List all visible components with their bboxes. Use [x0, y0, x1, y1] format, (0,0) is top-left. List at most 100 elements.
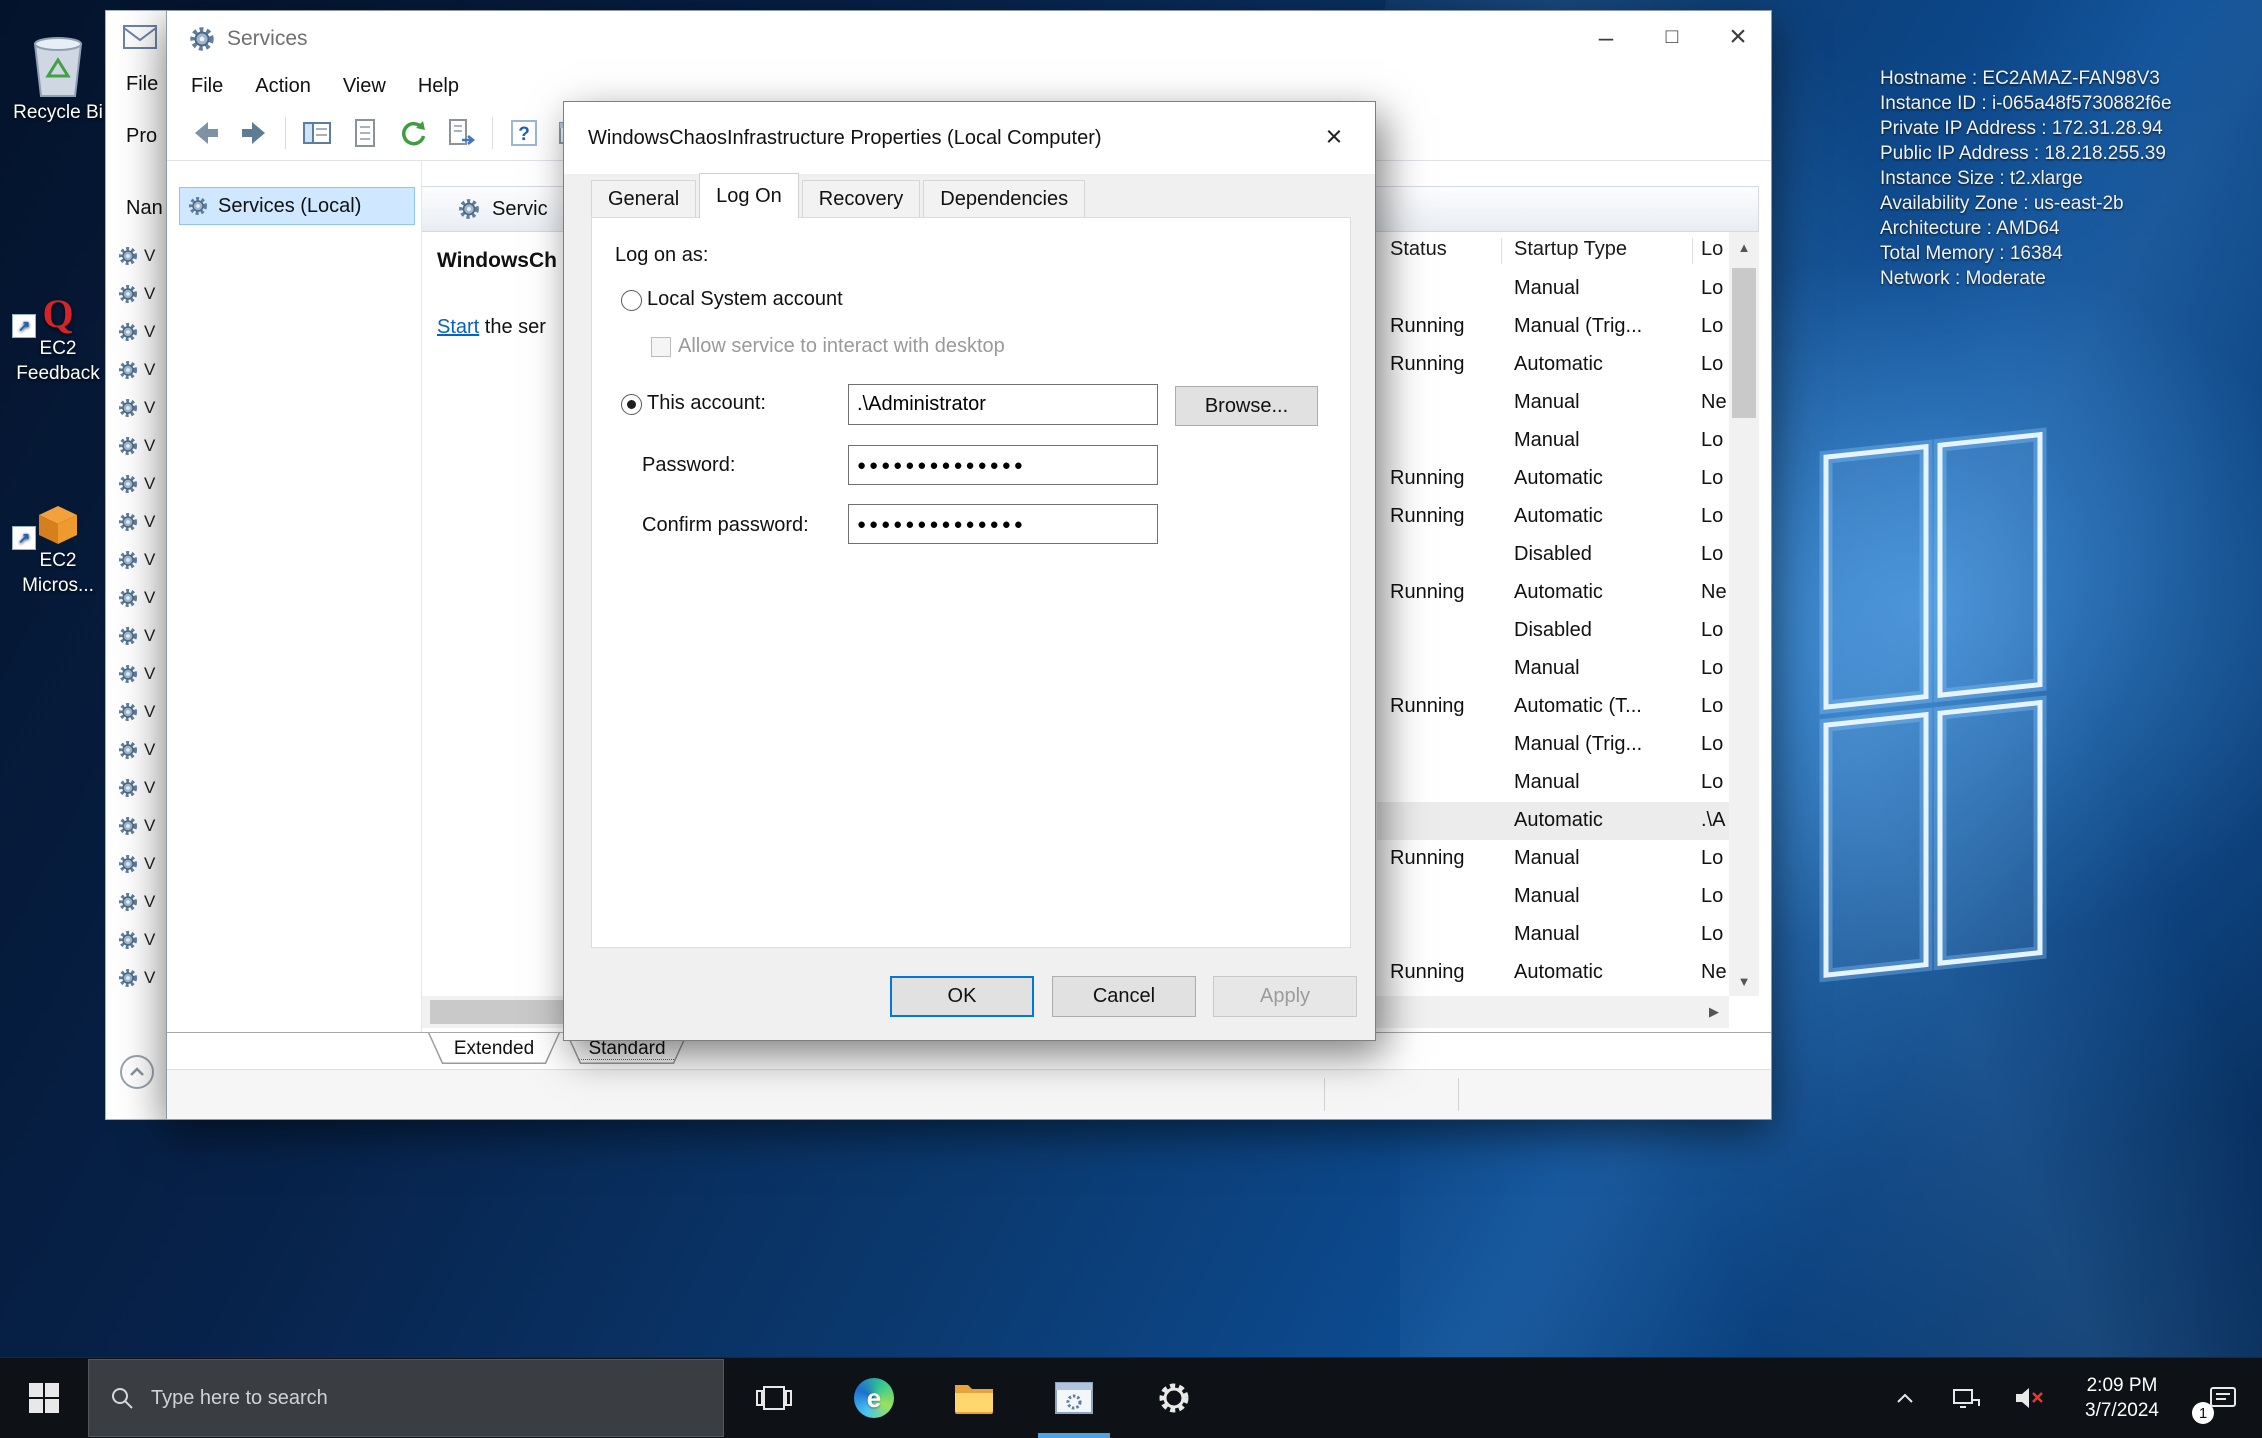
column-header-status[interactable]: Status	[1390, 238, 1447, 261]
scroll-down-icon[interactable]: ▼	[1729, 966, 1759, 996]
background-service-item[interactable]: V	[118, 845, 156, 883]
export-list-icon[interactable]	[444, 116, 478, 150]
service-row[interactable]: RunningAutomaticLo	[1377, 498, 1729, 536]
background-service-item[interactable]: V	[118, 275, 156, 313]
desktop-icon-ec2-feedback[interactable]: Q ↗ EC2Feedback	[6, 258, 110, 386]
local-system-radio[interactable]	[621, 290, 642, 311]
menu-view[interactable]: View	[327, 71, 402, 102]
service-row[interactable]: RunningManual (Trig...Lo	[1377, 308, 1729, 346]
scrollbar-thumb[interactable]	[1732, 268, 1756, 418]
service-row[interactable]: DisabledLo	[1377, 612, 1729, 650]
service-row[interactable]: ManualLo	[1377, 764, 1729, 802]
dialog-close-icon[interactable]: ×	[1305, 114, 1363, 160]
local-system-label[interactable]: Local System account	[647, 288, 843, 311]
background-service-item[interactable]: V	[118, 503, 156, 541]
properties-icon[interactable]	[348, 116, 382, 150]
collapse-circle-icon[interactable]	[120, 1055, 154, 1089]
background-service-item[interactable]: V	[118, 237, 156, 275]
edge-button[interactable]: e	[824, 1358, 924, 1438]
service-row[interactable]: DisabledLo	[1377, 536, 1729, 574]
background-service-item[interactable]: V	[118, 959, 156, 997]
dialog-tab-recovery[interactable]: Recovery	[802, 180, 920, 217]
minimize-button[interactable]: –	[1573, 11, 1639, 63]
scroll-right-icon[interactable]: ▶	[1699, 996, 1729, 1028]
background-service-item[interactable]: V	[118, 693, 156, 731]
menu-help[interactable]: Help	[402, 71, 475, 102]
refresh-icon[interactable]	[396, 116, 430, 150]
service-row[interactable]: RunningAutomaticNe	[1377, 954, 1729, 992]
column-header-log-on-as[interactable]: Lo	[1701, 238, 1723, 261]
task-view-button[interactable]	[724, 1358, 824, 1438]
forward-icon[interactable]	[237, 116, 271, 150]
background-service-item[interactable]: V	[118, 579, 156, 617]
column-header-startup-type[interactable]: Startup Type	[1514, 238, 1627, 261]
desktop-icon-ec2-microsoft[interactable]: ↗ EC2Micros...	[6, 470, 110, 598]
services-taskbar-button[interactable]	[1024, 1358, 1124, 1438]
taskbar-search[interactable]: Type here to search	[88, 1359, 724, 1437]
background-service-item[interactable]: V	[118, 351, 156, 389]
action-center-button[interactable]: 1	[2184, 1358, 2262, 1438]
vertical-scrollbar[interactable]: ▲ ▼	[1729, 232, 1759, 996]
service-row[interactable]: ManualLo	[1377, 878, 1729, 916]
background-service-item[interactable]: V	[118, 541, 156, 579]
background-service-item[interactable]: V	[118, 921, 156, 959]
background-service-item[interactable]: V	[118, 655, 156, 693]
volume-muted-icon[interactable]	[1998, 1358, 2060, 1438]
service-row[interactable]: RunningAutomaticLo	[1377, 346, 1729, 384]
show-tree-icon[interactable]	[300, 116, 334, 150]
background-service-item[interactable]: V	[118, 465, 156, 503]
service-row[interactable]: RunningAutomatic (T...Lo	[1377, 688, 1729, 726]
background-service-item[interactable]: V	[118, 313, 156, 351]
maximize-button[interactable]: □	[1639, 11, 1705, 63]
help-icon[interactable]: ?	[507, 116, 541, 150]
service-row[interactable]: RunningAutomaticLo	[1377, 460, 1729, 498]
service-row[interactable]: RunningManualLo	[1377, 840, 1729, 878]
background-toolbar-label[interactable]: Pro	[126, 125, 157, 148]
apply-button[interactable]: Apply	[1213, 976, 1357, 1017]
this-account-radio[interactable]	[621, 394, 642, 415]
confirm-password-input[interactable]	[848, 504, 1158, 544]
dialog-tab-log-on[interactable]: Log On	[699, 173, 799, 218]
start-service-link[interactable]: Start	[437, 316, 479, 338]
taskbar-clock[interactable]: 2:09 PM 3/7/2024	[2060, 1373, 2184, 1423]
file-explorer-button[interactable]	[924, 1358, 1024, 1438]
service-row[interactable]: ManualLo	[1377, 422, 1729, 460]
service-row[interactable]: RunningAutomaticNe	[1377, 574, 1729, 612]
tray-chevron-icon[interactable]	[1874, 1358, 1936, 1438]
tree-item-services-local[interactable]: Services (Local)	[179, 187, 415, 225]
browse-button[interactable]: Browse...	[1175, 386, 1318, 426]
back-icon[interactable]	[189, 116, 223, 150]
interact-desktop-checkbox[interactable]	[651, 337, 671, 357]
background-service-item[interactable]: V	[118, 807, 156, 845]
service-row[interactable]: ManualLo	[1377, 270, 1729, 308]
service-row[interactable]: ManualLo	[1377, 650, 1729, 688]
account-input[interactable]	[848, 384, 1158, 425]
ok-button[interactable]: OK	[890, 976, 1034, 1017]
dialog-tab-dependencies[interactable]: Dependencies	[923, 180, 1085, 217]
service-row[interactable]: ManualNe	[1377, 384, 1729, 422]
network-icon[interactable]	[1936, 1358, 1998, 1438]
background-service-item[interactable]: V	[118, 731, 156, 769]
scroll-up-icon[interactable]: ▲	[1729, 232, 1759, 262]
this-account-label[interactable]: This account:	[647, 392, 766, 415]
background-service-item[interactable]: V	[118, 427, 156, 465]
desktop-icon-recycle-bin[interactable]: Recycle Bi	[6, 22, 110, 125]
background-menu-file[interactable]: File	[126, 73, 158, 96]
menu-action[interactable]: Action	[239, 71, 327, 102]
background-service-item[interactable]: V	[118, 617, 156, 655]
background-service-item[interactable]: V	[118, 389, 156, 427]
menu-file[interactable]: File	[175, 71, 239, 102]
dialog-tab-general[interactable]: General	[591, 180, 696, 217]
password-input[interactable]	[848, 445, 1158, 485]
background-service-item[interactable]: V	[118, 769, 156, 807]
settings-taskbar-button[interactable]	[1124, 1358, 1224, 1438]
background-column-header[interactable]: Nan	[126, 197, 163, 220]
cancel-button[interactable]: Cancel	[1052, 976, 1196, 1017]
service-row[interactable]: Automatic.\A	[1377, 802, 1729, 840]
background-service-item[interactable]: V	[118, 883, 156, 921]
service-row[interactable]: Manual (Trig...Lo	[1377, 726, 1729, 764]
service-row[interactable]: ManualLo	[1377, 916, 1729, 954]
start-button[interactable]	[0, 1358, 88, 1438]
view-tab-extended[interactable]: Extended	[428, 1033, 560, 1064]
close-button[interactable]: ×	[1705, 11, 1771, 63]
